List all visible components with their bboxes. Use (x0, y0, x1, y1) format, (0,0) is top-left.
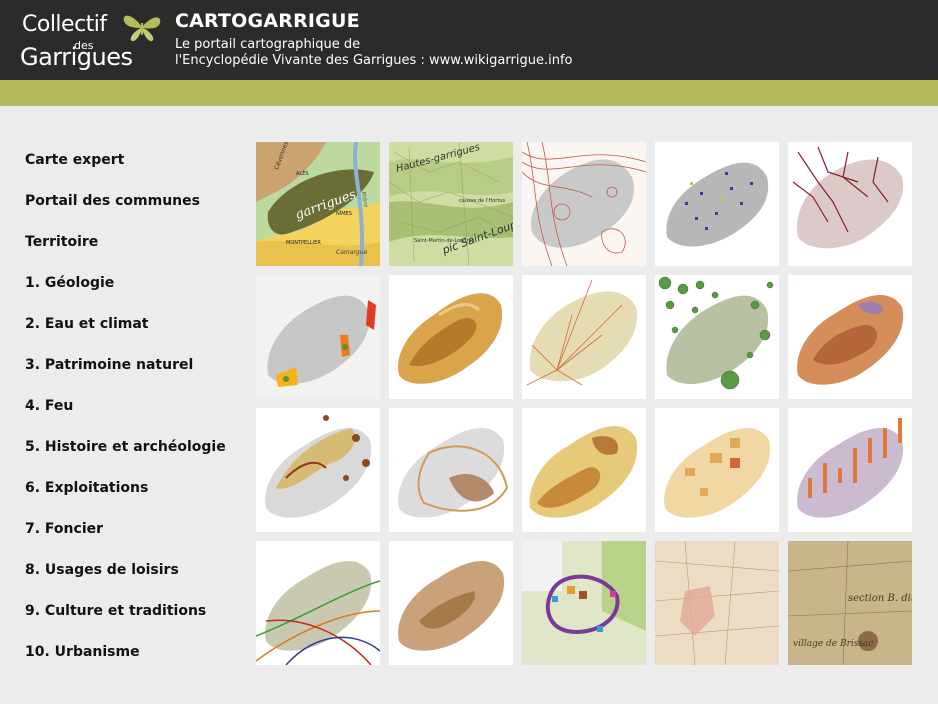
thumb2-label-saint-martin: Saint-Martin-de-Londres (414, 238, 474, 244)
nav-item-territoire[interactable]: Territoire (25, 234, 98, 250)
thumb1-label-nimes: NÎMES (336, 210, 352, 217)
map-thumbnail-patrimoine-bubbles[interactable] (655, 275, 779, 399)
nav-item-feu[interactable]: 4. Feu (25, 398, 73, 414)
nav-item-eau-climat[interactable]: 2. Eau et climat (25, 316, 148, 332)
thumb1-label-montpellier: MONTPELLIER (286, 240, 321, 246)
map-thumbnail-geologie-sources[interactable] (256, 275, 380, 399)
map-thumbnail-cadastre[interactable] (655, 541, 779, 665)
map-thumbnail-points[interactable] (655, 142, 779, 266)
page-title: CARTOGARRIGUE (175, 10, 360, 32)
accent-band (0, 80, 938, 106)
nav-item-urbanisme[interactable]: 10. Urbanisme (25, 644, 140, 660)
map-thumbnail-contours[interactable] (522, 142, 646, 266)
header-bar: Collectif des Garrigues CARTOGARRIGUE Le… (0, 0, 938, 80)
map-thumbnail-foncier[interactable] (655, 408, 779, 532)
nav-item-portail-communes[interactable]: Portail des communes (25, 193, 200, 209)
logo-text-line1: Collectif (22, 12, 107, 37)
nav-item-usages-loisirs[interactable]: 8. Usages de loisirs (25, 562, 179, 578)
thumb1-label-ales: ALÈS (296, 169, 309, 177)
butterfly-icon (123, 15, 161, 42)
map-thumbnail-histoire[interactable] (389, 408, 513, 532)
map-thumbnail-foncier-bars[interactable] (788, 408, 912, 532)
collectif-des-garrigues-logo[interactable]: Collectif des Garrigues (18, 6, 168, 76)
map-thumbnail-rivers[interactable] (788, 142, 912, 266)
nav-item-patrimoine-naturel[interactable]: 3. Patrimoine naturel (25, 357, 193, 373)
map-thumbnail-loisirs[interactable] (256, 541, 380, 665)
thumb20-label-village: village de Brissac (793, 639, 873, 649)
nav-item-carte-expert[interactable]: Carte expert (25, 152, 124, 168)
map-thumbnail-relief[interactable]: Hautes-garrigues causse de l'Hortus pic … (389, 142, 513, 266)
nav-item-culture-traditions[interactable]: 9. Culture et traditions (25, 603, 206, 619)
subtitle-line-1: Le portail cartographique de (175, 37, 361, 52)
nav-item-histoire-archeologie[interactable]: 5. Histoire et archéologie (25, 439, 226, 455)
subtitle-line-2: l'Encyclopédie Vivante des Garrigues : w… (175, 53, 573, 68)
map-thumbnail-urbanisme-plan[interactable] (522, 541, 646, 665)
nav-item-foncier[interactable]: 7. Foncier (25, 521, 103, 537)
map-thumbnail-culture[interactable] (389, 541, 513, 665)
map-thumbnail-patrimoine-zones[interactable] (788, 275, 912, 399)
thumb20-label-section: section B. dit (848, 593, 912, 604)
map-thumbnail-feu[interactable] (256, 408, 380, 532)
map-thumbnail-territoire-schema[interactable]: garrigues Cévennes ALÈS NÎMES MONTPELLIE… (256, 142, 380, 266)
map-thumbnail-eau-flux[interactable] (522, 275, 646, 399)
thumb2-label-hortus: causse de l'Hortus (459, 198, 505, 204)
nav-item-geologie[interactable]: 1. Géologie (25, 275, 114, 291)
map-thumbnail-geologie-relief[interactable] (389, 275, 513, 399)
map-thumbnail-exploitations[interactable] (522, 408, 646, 532)
logo-text-line3: Garrigues (20, 43, 133, 71)
thumb1-label-camargue: Camargue (336, 249, 367, 256)
nav-item-exploitations[interactable]: 6. Exploitations (25, 480, 148, 496)
map-thumbnail-cadastre-ancien[interactable]: section B. dit village de Brissac (788, 541, 912, 665)
